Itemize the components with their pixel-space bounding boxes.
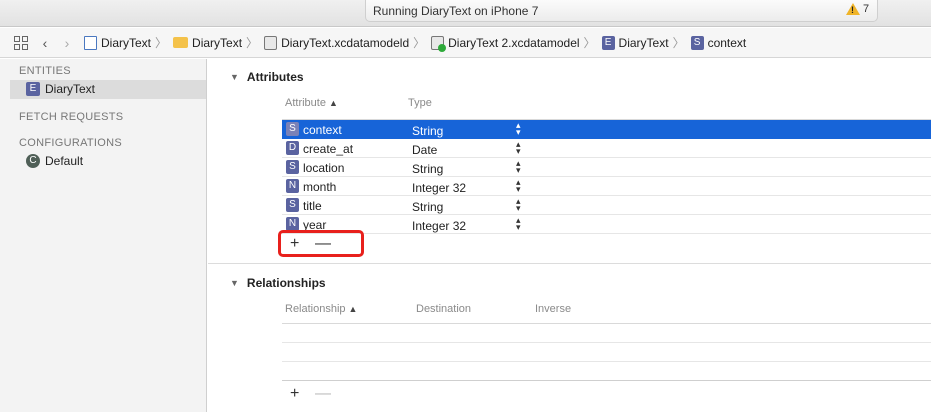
table-row[interactable]: S title String ▴ ▾ bbox=[282, 196, 931, 215]
breadcrumb-separator-icon: 〉 bbox=[672, 36, 685, 50]
related-items-grid-icon[interactable] bbox=[14, 35, 28, 50]
column-header-type[interactable]: Type bbox=[408, 97, 432, 109]
remove-relationship-button[interactable]: — bbox=[315, 386, 331, 402]
breadcrumb-label: DiaryText bbox=[192, 35, 243, 50]
sidebar-item-label: Default bbox=[45, 154, 84, 168]
sort-ascending-icon: ▲ bbox=[328, 98, 338, 108]
column-header-inverse[interactable]: Inverse bbox=[535, 303, 571, 315]
date-type-icon: D bbox=[286, 141, 299, 155]
attribute-type[interactable]: String bbox=[412, 124, 443, 138]
toolbar: Running DiaryText on iPhone 7 ! 7 bbox=[0, 0, 931, 27]
breadcrumb-project[interactable]: DiaryText 〉 bbox=[84, 34, 167, 51]
attribute-type[interactable]: Date bbox=[412, 143, 437, 157]
attribute-type[interactable]: Integer 32 bbox=[412, 181, 466, 195]
back-chevron-icon[interactable]: ‹ bbox=[34, 35, 56, 51]
breadcrumb-datamodel-version[interactable]: DiaryText 2.xcdatamodel 〉 bbox=[431, 34, 596, 52]
configuration-icon: C bbox=[26, 154, 40, 168]
attribute-type[interactable]: String bbox=[412, 162, 443, 176]
section-divider bbox=[208, 263, 931, 264]
table-row bbox=[282, 343, 931, 362]
number-type-icon: N bbox=[286, 179, 299, 193]
number-type-icon: N bbox=[286, 217, 299, 231]
table-row[interactable]: D create_at Date ▴ ▾ bbox=[282, 139, 931, 158]
breadcrumb-label: DiaryText.xcdatamodeld bbox=[281, 35, 410, 50]
sidebar-item-diarytext[interactable]: E DiaryText bbox=[26, 82, 95, 96]
add-relationship-button[interactable]: + bbox=[290, 386, 299, 402]
sort-ascending-icon: ▲ bbox=[348, 304, 358, 314]
attribute-name[interactable]: create_at bbox=[303, 142, 353, 156]
configurations-header: CONFIGURATIONS bbox=[19, 137, 122, 149]
breadcrumb-entity[interactable]: E DiaryText 〉 bbox=[601, 34, 685, 51]
breadcrumb-separator-icon: 〉 bbox=[246, 36, 259, 50]
breadcrumb-attribute[interactable]: S context bbox=[690, 35, 747, 50]
string-type-icon: S bbox=[286, 198, 299, 212]
column-header-attribute[interactable]: Attribute ▲ bbox=[285, 97, 338, 109]
type-popup-chevron-icon[interactable]: ▴ ▾ bbox=[516, 140, 521, 156]
table-row bbox=[282, 362, 931, 381]
relationships-title: Relationships bbox=[246, 276, 326, 290]
attribute-type[interactable]: String bbox=[412, 200, 443, 214]
annotation-highlight-box bbox=[278, 230, 364, 257]
relationships-table bbox=[282, 323, 931, 381]
jump-bar: ‹ › DiaryText 〉 DiaryText 〉 DiaryText.xc… bbox=[0, 28, 931, 58]
type-popup-chevron-icon[interactable]: ▴ ▾ bbox=[516, 159, 521, 175]
entities-header: ENTITIES bbox=[19, 65, 71, 77]
sidebar-item-label: DiaryText bbox=[45, 82, 96, 96]
type-popup-chevron-icon[interactable]: ▴ ▾ bbox=[516, 197, 521, 213]
datamodel-bundle-icon bbox=[264, 35, 278, 50]
string-type-icon: S bbox=[286, 160, 299, 174]
sidebar-item-default[interactable]: C Default bbox=[26, 154, 83, 168]
attribute-name[interactable]: month bbox=[303, 180, 336, 194]
entity-icon: E bbox=[601, 35, 615, 50]
activity-status: Running DiaryText on iPhone 7 bbox=[373, 4, 539, 18]
table-row[interactable]: S location String ▴ ▾ bbox=[282, 158, 931, 177]
attributes-title: Attributes bbox=[246, 70, 304, 84]
disclosure-triangle-icon[interactable]: ▼ bbox=[230, 72, 239, 82]
attributes-table: S context String ▴ ▾ D create_at Date ▴ ▾ … bbox=[282, 119, 931, 234]
column-header-label: Relationship bbox=[285, 303, 346, 315]
column-header-relationship[interactable]: Relationship ▲ bbox=[285, 303, 357, 315]
column-header-destination[interactable]: Destination bbox=[416, 303, 471, 315]
breadcrumb-separator-icon: 〉 bbox=[155, 36, 168, 50]
folder-icon bbox=[173, 37, 189, 48]
warning-count: 7 bbox=[863, 3, 870, 15]
table-bottom-border bbox=[282, 380, 931, 381]
attribute-name[interactable]: title bbox=[303, 199, 322, 213]
project-doc-icon bbox=[84, 35, 97, 50]
breadcrumb-separator-icon: 〉 bbox=[583, 36, 596, 50]
breadcrumb-group[interactable]: DiaryText 〉 bbox=[173, 34, 258, 51]
table-row[interactable]: N month Integer 32 ▴ ▾ bbox=[282, 177, 931, 196]
breadcrumb-label: context bbox=[707, 35, 747, 50]
warning-icon: ! bbox=[846, 3, 860, 15]
attribute-icon: S bbox=[690, 35, 704, 50]
type-popup-chevron-icon[interactable]: ▴ ▾ bbox=[516, 121, 521, 137]
breadcrumb-separator-icon: 〉 bbox=[413, 36, 426, 50]
table-row[interactable]: N year Integer 32 ▴ ▾ bbox=[282, 215, 931, 234]
warning-indicator[interactable]: ! 7 bbox=[846, 3, 869, 15]
breadcrumb-label: DiaryText 2.xcdatamodel bbox=[448, 35, 580, 50]
activity-viewer: Running DiaryText on iPhone 7 ! 7 bbox=[365, 0, 878, 22]
type-popup-chevron-icon[interactable]: ▴ ▾ bbox=[516, 178, 521, 194]
breadcrumb-label: DiaryText bbox=[101, 35, 152, 50]
relationships-section-header[interactable]: ▼ Relationships bbox=[230, 276, 326, 290]
attribute-name[interactable]: location bbox=[303, 161, 344, 175]
attributes-section-header[interactable]: ▼ Attributes bbox=[230, 70, 304, 84]
attribute-type[interactable]: Integer 32 bbox=[412, 219, 466, 233]
breadcrumb-label: DiaryText bbox=[618, 35, 669, 50]
column-header-label: Attribute bbox=[285, 97, 326, 109]
entity-editor: ▼ Attributes Attribute ▲ Type S context S… bbox=[208, 59, 931, 412]
disclosure-triangle-icon[interactable]: ▼ bbox=[230, 278, 239, 288]
forward-chevron-icon[interactable]: › bbox=[56, 35, 78, 51]
table-row bbox=[282, 324, 931, 343]
datamodel-version-icon bbox=[431, 35, 447, 52]
attribute-name[interactable]: context bbox=[303, 123, 342, 137]
fetch-requests-header[interactable]: FETCH REQUESTS bbox=[19, 111, 123, 123]
string-type-icon: S bbox=[286, 122, 299, 136]
table-row[interactable]: S context String ▴ ▾ bbox=[282, 120, 931, 139]
entity-icon: E bbox=[26, 82, 40, 96]
model-outline-sidebar: ENTITIES E DiaryText FETCH REQUESTS CONF… bbox=[0, 59, 207, 412]
type-popup-chevron-icon[interactable]: ▴ ▾ bbox=[516, 216, 521, 232]
breadcrumb-datamodel-bundle[interactable]: DiaryText.xcdatamodeld 〉 bbox=[264, 34, 425, 51]
